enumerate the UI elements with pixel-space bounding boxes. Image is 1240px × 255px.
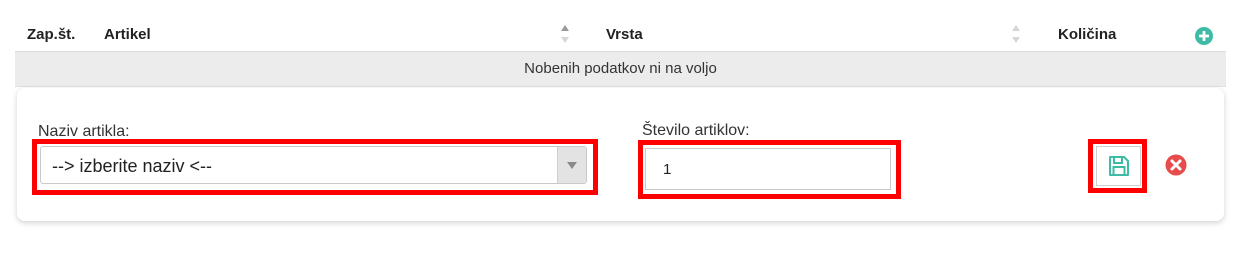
x-circle-icon[interactable] [1165,154,1187,176]
save-button[interactable] [1096,146,1141,186]
plus-circle-icon[interactable] [1195,27,1213,45]
sort-icon[interactable] [1011,23,1021,45]
floppy-disk-icon [1109,156,1129,176]
quantity-label: Število artiklov: [642,122,750,139]
column-header-index: Zap.št. [27,26,76,43]
chevron-down-icon[interactable] [557,147,586,183]
table-header: Zap.št. Artikel Vrsta Količina [15,17,1226,52]
quantity-input[interactable] [645,148,891,190]
article-name-select[interactable]: --> izberite naziv <-- [40,146,587,184]
column-header-quantity[interactable]: Količina [1058,26,1116,43]
sort-icon[interactable] [560,23,570,45]
empty-table-message: Nobenih podatkov ni na voljo [15,52,1226,87]
column-header-type[interactable]: Vrsta [606,26,643,43]
article-name-selected-value: --> izberite naziv <-- [52,156,213,176]
column-header-article[interactable]: Artikel [104,26,151,43]
